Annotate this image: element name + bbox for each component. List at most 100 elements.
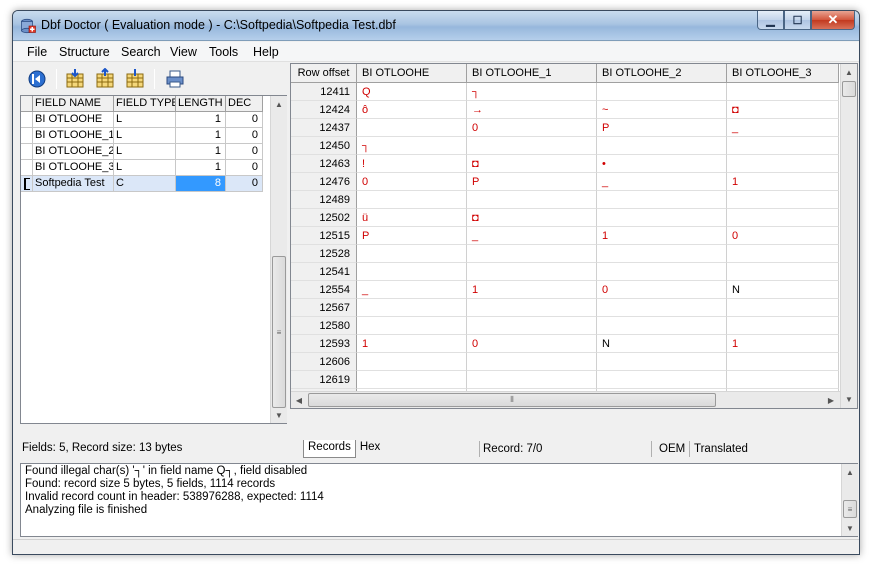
record-cell[interactable]: ~	[597, 101, 727, 119]
menu-help[interactable]: Help	[253, 45, 279, 59]
length-cell[interactable]: 1	[176, 128, 226, 144]
record-cell[interactable]	[597, 245, 727, 263]
dec-cell[interactable]: 0	[226, 176, 263, 192]
field-type-cell[interactable]: L	[114, 112, 176, 128]
length-cell[interactable]: 1	[176, 144, 226, 160]
record-cell[interactable]: P	[357, 227, 467, 245]
record-cell[interactable]: 1	[597, 227, 727, 245]
record-cell[interactable]	[467, 353, 597, 371]
record-cell[interactable]	[357, 263, 467, 281]
record-row[interactable]: 12424 ô → ~ ◘	[291, 101, 839, 119]
record-cell[interactable]: N	[727, 281, 839, 299]
field-row[interactable]: BI OTLOOHE_1 L 1 0	[21, 128, 263, 144]
dec-cell[interactable]: 0	[226, 160, 263, 176]
record-row[interactable]: 12476 0 P _ 1	[291, 173, 839, 191]
record-row[interactable]: 12411 Q ┐	[291, 83, 839, 101]
record-row[interactable]: 12528	[291, 245, 839, 263]
scroll-left-arrow-icon[interactable]: ◀	[291, 392, 307, 408]
record-cell[interactable]	[357, 299, 467, 317]
scroll-right-arrow-icon[interactable]: ▶	[823, 392, 839, 408]
field-type-cell[interactable]: L	[114, 144, 176, 160]
record-cell[interactable]: 0	[467, 119, 597, 137]
record-cell[interactable]	[467, 137, 597, 155]
menu-file[interactable]: File	[27, 45, 47, 59]
record-cell[interactable]	[727, 263, 839, 281]
record-cell[interactable]	[597, 371, 727, 389]
scroll-thumb[interactable]: ≡	[272, 256, 286, 408]
menu-search[interactable]: Search	[121, 45, 161, 59]
scroll-down-arrow-icon[interactable]: ▼	[271, 407, 287, 423]
record-cell[interactable]: 0	[357, 173, 467, 191]
maximize-button[interactable]: ☐	[784, 11, 811, 30]
grid-vertical-scrollbar[interactable]: ▲ ▼	[840, 64, 857, 408]
message-log[interactable]: Found illegal char(s) '┐' in field name …	[20, 463, 858, 537]
field-name-cell[interactable]: BI OTLOOHE_3	[33, 160, 114, 176]
record-cell[interactable]	[727, 371, 839, 389]
record-cell[interactable]: ◘	[467, 155, 597, 173]
title-bar[interactable]: Dbf Doctor ( Evaluation mode ) - C:\Soft…	[13, 11, 859, 41]
menu-tools[interactable]: Tools	[209, 45, 238, 59]
print-icon[interactable]	[164, 68, 186, 90]
record-cell[interactable]	[467, 263, 597, 281]
record-cell[interactable]	[727, 299, 839, 317]
tab-hex[interactable]: Hex	[356, 440, 384, 458]
record-cell[interactable]	[597, 299, 727, 317]
record-cell[interactable]	[727, 245, 839, 263]
record-cell[interactable]	[357, 191, 467, 209]
length-cell[interactable]: 1	[176, 160, 226, 176]
record-row[interactable]: 12580	[291, 317, 839, 335]
record-cell[interactable]: Q	[357, 83, 467, 101]
dec-cell[interactable]: 0	[226, 112, 263, 128]
record-cell[interactable]: ◘	[467, 209, 597, 227]
tab-records[interactable]: Records	[303, 440, 356, 458]
record-cell[interactable]	[357, 245, 467, 263]
record-cell[interactable]: P	[467, 173, 597, 191]
field-name-cell[interactable]: BI OTLOOHE_2	[33, 144, 114, 160]
record-cell[interactable]	[727, 191, 839, 209]
record-cell[interactable]	[467, 299, 597, 317]
column-header-dec[interactable]: DEC	[226, 96, 263, 112]
scroll-up-arrow-icon[interactable]: ▲	[271, 96, 287, 112]
field-name-cell[interactable]: BI OTLOOHE_1	[33, 128, 114, 144]
record-row[interactable]: 12567	[291, 299, 839, 317]
record-row[interactable]: 12515 P _ 1 0	[291, 227, 839, 245]
record-cell[interactable]	[597, 263, 727, 281]
record-cell[interactable]: !	[357, 155, 467, 173]
record-cell[interactable]: 1	[727, 335, 839, 353]
scroll-up-arrow-icon[interactable]: ▲	[842, 464, 858, 480]
record-cell[interactable]: 1	[357, 335, 467, 353]
record-row[interactable]: 12502 ü ◘	[291, 209, 839, 227]
record-cell[interactable]	[357, 119, 467, 137]
record-row[interactable]: 12619	[291, 371, 839, 389]
record-cell[interactable]	[727, 155, 839, 173]
field-type-cell[interactable]: C	[114, 176, 176, 192]
record-cell[interactable]	[597, 83, 727, 101]
column-header-field-name[interactable]: FIELD NAME	[33, 96, 114, 112]
record-cell[interactable]: 1	[467, 281, 597, 299]
grid-horizontal-scrollbar[interactable]: ◀ ⦀ ▶	[291, 391, 840, 408]
record-cell[interactable]: N	[597, 335, 727, 353]
record-cell[interactable]: _	[727, 119, 839, 137]
record-cell[interactable]	[467, 245, 597, 263]
record-cell[interactable]	[357, 317, 467, 335]
field-row[interactable]: BI OTLOOHE_3 L 1 0	[21, 160, 263, 176]
column-header-row-offset[interactable]: Row offset	[291, 64, 357, 83]
record-cell[interactable]	[727, 209, 839, 227]
field-row[interactable]: Softpedia Test C 8 0	[21, 176, 263, 192]
dec-cell[interactable]: 0	[226, 144, 263, 160]
record-cell[interactable]	[727, 353, 839, 371]
record-cell[interactable]: 0	[597, 281, 727, 299]
field-row[interactable]: BI OTLOOHE_2 L 1 0	[21, 144, 263, 160]
scroll-down-arrow-icon[interactable]: ▼	[842, 520, 858, 536]
field-row[interactable]: BI OTLOOHE L 1 0	[21, 112, 263, 128]
scroll-down-arrow-icon[interactable]: ▼	[841, 391, 857, 407]
record-cell[interactable]: _	[357, 281, 467, 299]
field-type-cell[interactable]: L	[114, 128, 176, 144]
record-cell[interactable]	[357, 353, 467, 371]
record-cell[interactable]	[597, 137, 727, 155]
record-cell[interactable]	[597, 209, 727, 227]
record-cell[interactable]	[727, 83, 839, 101]
record-cell[interactable]: P	[597, 119, 727, 137]
scroll-up-arrow-icon[interactable]: ▲	[841, 64, 857, 80]
record-cell[interactable]: _	[597, 173, 727, 191]
